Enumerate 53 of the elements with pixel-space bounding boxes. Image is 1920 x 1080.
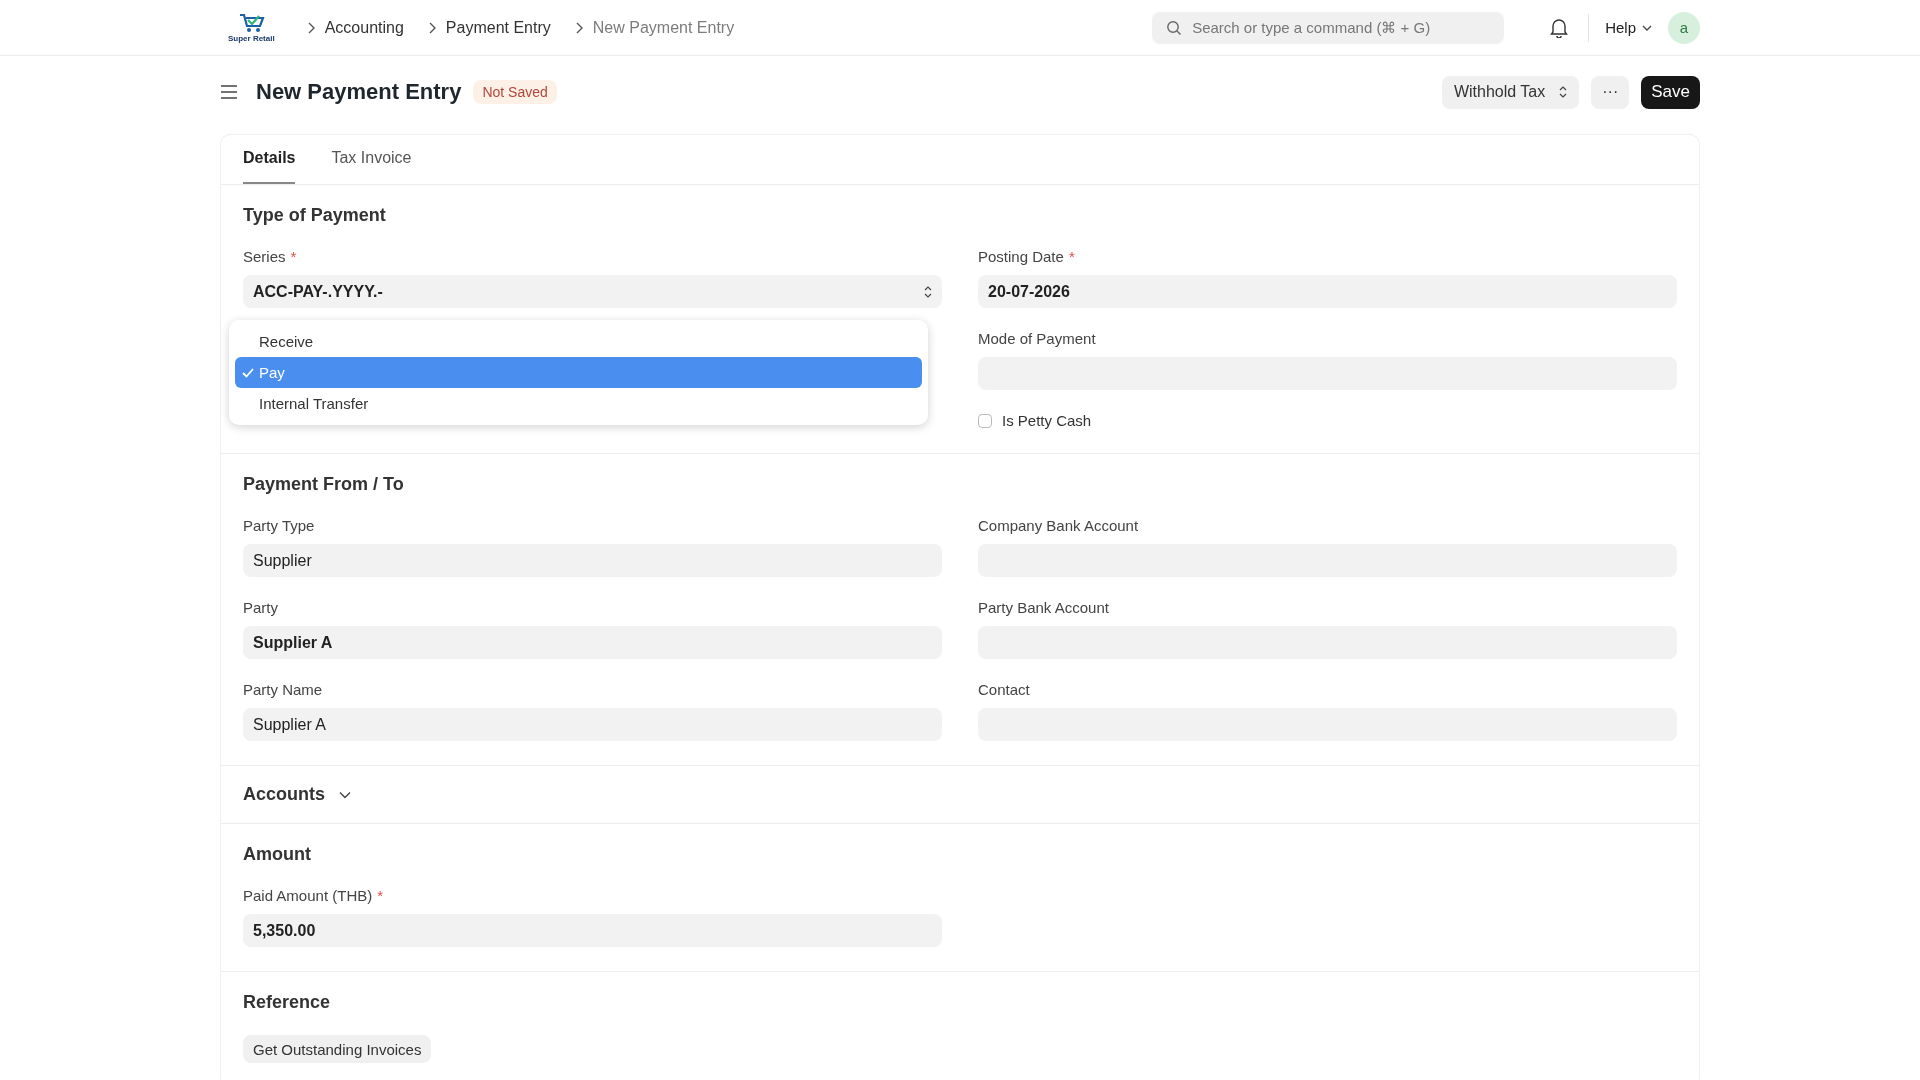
checkmark-icon bbox=[242, 367, 254, 378]
breadcrumb-link[interactable]: New Payment Entry bbox=[592, 18, 735, 37]
tab[interactable]: Details bbox=[243, 135, 296, 184]
status-indicator: Not Saved bbox=[473, 80, 557, 104]
section-heading: Amount bbox=[243, 844, 312, 865]
field-label: Contact bbox=[978, 681, 1030, 698]
get-invoices-button[interactable]: Get Outstanding Invoices bbox=[243, 1035, 432, 1063]
required-mark: * bbox=[1068, 248, 1075, 265]
section-heading: Type of Payment bbox=[243, 205, 387, 226]
more-button[interactable]: ··· bbox=[1591, 75, 1630, 109]
sort-arrows-icon bbox=[1559, 86, 1568, 98]
logo-text: Super Retail bbox=[228, 34, 275, 43]
field-label: Party bbox=[243, 599, 278, 616]
field-label: Mode of Payment bbox=[978, 330, 1096, 347]
avatar[interactable]: a bbox=[1668, 11, 1700, 44]
chevron-right-icon bbox=[574, 21, 583, 34]
chevron-right-icon bbox=[306, 21, 315, 34]
chevron-right-icon bbox=[427, 21, 436, 34]
help-menu[interactable]: Help bbox=[1599, 19, 1658, 36]
required-mark: * bbox=[290, 248, 297, 265]
input-field[interactable]: Supplier bbox=[243, 544, 942, 577]
field-label: Series bbox=[243, 248, 286, 265]
page-title: New Payment Entry bbox=[256, 79, 462, 105]
menu-icon[interactable] bbox=[220, 84, 238, 100]
field-label: Party Type bbox=[243, 517, 315, 534]
checkbox[interactable] bbox=[978, 413, 992, 428]
chevron-down-icon bbox=[1642, 23, 1652, 32]
field-label: Posting Date bbox=[978, 248, 1064, 265]
breadcrumb-link[interactable]: Payment Entry bbox=[445, 18, 551, 37]
menu-option[interactable]: Internal Transfer bbox=[235, 388, 922, 419]
chevron-down-icon bbox=[339, 790, 351, 799]
field-label: Party Name bbox=[243, 681, 323, 698]
breadcrumb-link[interactable]: Accounting bbox=[324, 18, 404, 37]
tab[interactable]: Tax Invoice bbox=[331, 135, 412, 184]
series-select[interactable]: ACC-PAY-.YYYY.- bbox=[243, 275, 942, 308]
input-field[interactable]: Supplier A bbox=[243, 708, 942, 741]
input-field[interactable]: Supplier A bbox=[243, 626, 942, 659]
date-field[interactable]: 20-07-2026 bbox=[978, 275, 1677, 308]
section-heading: Payment From / To bbox=[243, 474, 405, 495]
field-label: Company Bank Account bbox=[978, 517, 1139, 534]
save-button[interactable]: Save bbox=[1641, 75, 1700, 109]
section-toggle[interactable]: Accounts bbox=[243, 784, 351, 805]
checkbox-label: Is Petty Cash bbox=[1002, 412, 1092, 429]
field-label: Paid Amount (THB) bbox=[243, 887, 373, 904]
section-heading: Reference bbox=[243, 992, 332, 1013]
bell-icon[interactable] bbox=[1550, 17, 1569, 38]
menu-option[interactable]: Receive bbox=[235, 326, 922, 357]
field-label: Party Bank Account bbox=[978, 599, 1109, 616]
search-field[interactable]: Search or type a command (⌘ + G) bbox=[1152, 11, 1505, 44]
required-mark: * bbox=[377, 887, 384, 904]
amount-field[interactable]: 5,350.00 bbox=[243, 914, 942, 947]
withhold-tax-select[interactable]: Withhold Tax bbox=[1441, 75, 1580, 109]
sort-arrows-icon bbox=[924, 285, 932, 298]
